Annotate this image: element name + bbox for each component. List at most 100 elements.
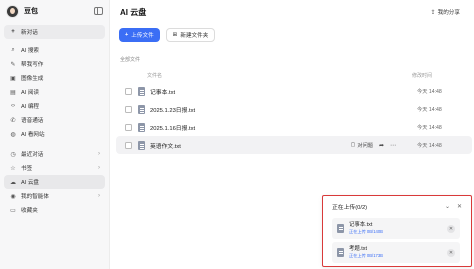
table-row[interactable]: 2025.1.23日报.txt 今天 14:48 (116, 100, 472, 118)
page-title: AI 云盘 (120, 8, 147, 17)
txt-file-icon (138, 122, 145, 132)
bot-icon: ◉ (10, 193, 16, 200)
column-header-name: 文件名 (147, 72, 163, 79)
file-time: 今天 14:48 (417, 124, 442, 131)
sidebar-item-label: 收藏夹 (21, 208, 38, 214)
column-header-time: 修改时间 (412, 72, 433, 79)
new-folder-button[interactable]: ⊞ 新建文件夹 (165, 28, 216, 42)
sidebar-item-new-chat[interactable]: + 新对话 (4, 25, 105, 39)
file-name[interactable]: 英语作文.txt (150, 141, 350, 150)
upload-file-label: 上传文件 (131, 33, 154, 39)
book-icon: ▤ (10, 89, 16, 96)
row-checkbox[interactable] (125, 105, 132, 113)
file-time: 今天 14:48 (417, 88, 442, 95)
ask-question-button[interactable]: ▢ 对问题 (350, 142, 372, 149)
share-icon: ⇪ (430, 9, 436, 16)
upload-panel-header: 正在上传(0/2) ⌄ ✕ (323, 196, 471, 216)
upload-progress-panel: 正在上传(0/2) ⌄ ✕ 记事本.txt 正在上传 0B/140B ✕ 考题.… (322, 195, 472, 267)
table-header: 文件名 修改时间 (116, 68, 472, 82)
sidebar: 豆包 + 新对话 ⌕ AI 搜索 ✎ 帮我写作 ▣ 图像生成 ▤ AI 阅读 ‹… (0, 0, 110, 269)
folder-plus-icon: ⊞ (172, 32, 178, 38)
file-name[interactable]: 2025.1.16日报.txt (150, 123, 402, 132)
avatar[interactable] (6, 4, 19, 18)
sidebar-item-label: 我的智能体 (21, 194, 49, 200)
code-icon: ‹› (11, 103, 15, 109)
upload-item-info: 记事本.txt 正在上传 0B/140B (349, 222, 447, 235)
table-row[interactable]: 记事本.txt 今天 14:48 (116, 82, 472, 100)
file-time: 今天 14:48 (417, 106, 442, 113)
plus-icon: + (125, 32, 129, 38)
toolbar: + 上传文件 ⊞ 新建文件夹 (119, 28, 216, 42)
file-name[interactable]: 记事本.txt (150, 87, 402, 96)
sidebar-item-label: AI 看网站 (21, 132, 45, 138)
txt-file-icon (337, 224, 344, 233)
new-folder-label: 新建文件夹 (180, 33, 209, 39)
txt-file-icon (138, 86, 145, 96)
sidebar-item-label: 图像生成 (21, 76, 44, 82)
sidebar-item-label: 书签 (21, 166, 33, 172)
sidebar-item-voice-call[interactable]: ✆ 语音通话 (4, 113, 105, 127)
txt-file-icon (138, 140, 145, 150)
plus-icon: + (11, 29, 15, 35)
sidebar-item-my-agents[interactable]: ◉ 我的智能体 › (4, 189, 105, 203)
txt-file-icon (337, 248, 344, 257)
sidebar-item-ai-website[interactable]: ◍ AI 看网站 (4, 127, 105, 141)
sidebar-item-ai-coding[interactable]: ‹› AI 编程 (4, 99, 105, 113)
upload-item: 记事本.txt 正在上传 0B/140B ✕ (332, 218, 460, 239)
sidebar-item-ai-reading[interactable]: ▤ AI 阅读 (4, 85, 105, 99)
cancel-upload-icon[interactable]: ✕ (447, 248, 455, 257)
txt-file-icon (138, 104, 145, 114)
ask-question-label: 对问题 (357, 142, 373, 149)
file-table: 文件名 修改时间 记事本.txt 今天 14:48 2025.1.23日报.tx… (116, 68, 472, 154)
close-icon[interactable]: ✕ (457, 203, 462, 210)
chat-bubble-icon: ▢ (350, 142, 356, 148)
row-checkbox[interactable] (125, 87, 132, 95)
table-row[interactable]: 英语作文.txt ▢ 对问题 ➦ ⋯ 今天 14:48 (116, 136, 472, 154)
share-icon[interactable]: ➦ (379, 142, 384, 149)
chevron-down-icon[interactable]: ⌄ (445, 203, 450, 210)
sidebar-item-bookmarks[interactable]: ☆ 书签 › (4, 161, 105, 175)
chevron-right-icon: › (98, 165, 100, 171)
my-share-label: 我的分享 (437, 10, 460, 16)
star-icon: ☆ (10, 165, 16, 172)
sidebar-item-image-gen[interactable]: ▣ 图像生成 (4, 71, 105, 85)
sidebar-item-label: 新对话 (21, 30, 38, 36)
sidebar-item-label: AI 搜索 (21, 48, 40, 54)
my-share-button[interactable]: ⇪ 我的分享 (430, 8, 460, 17)
upload-file-name: 记事本.txt (349, 222, 373, 228)
sidebar-header: 豆包 (0, 0, 109, 22)
sidebar-item-ai-search[interactable]: ⌕ AI 搜索 (4, 43, 105, 57)
section-label: 全部文件 (120, 57, 141, 63)
sidebar-item-writing[interactable]: ✎ 帮我写作 (4, 57, 105, 71)
sidebar-item-label: 语音通话 (21, 118, 44, 124)
sidebar-item-label: 最近对话 (21, 152, 44, 158)
sidebar-item-label: AI 云盘 (21, 180, 40, 186)
file-name[interactable]: 2025.1.23日报.txt (150, 105, 402, 114)
upload-panel-title: 正在上传(0/2) (332, 204, 368, 211)
row-checkbox[interactable] (125, 123, 132, 131)
upload-status: 正在上传 0B/140B (349, 229, 383, 234)
chevron-right-icon: › (98, 151, 100, 157)
bookmark-icon: ▭ (10, 207, 16, 214)
cancel-upload-icon[interactable]: ✕ (447, 224, 455, 233)
clock-icon: ◷ (10, 151, 16, 158)
sidebar-item-favorites[interactable]: ▭ 收藏夹 (4, 203, 105, 217)
image-icon: ▣ (10, 75, 16, 82)
chevron-right-icon: › (98, 193, 100, 199)
more-icon[interactable]: ⋯ (390, 142, 396, 149)
upload-item: 考题.txt 正在上传 0B/173B ✕ (332, 242, 460, 263)
sidebar-collapse-icon[interactable] (94, 7, 103, 15)
globe-icon: ◍ (10, 131, 16, 138)
sidebar-nav: + 新对话 ⌕ AI 搜索 ✎ 帮我写作 ▣ 图像生成 ▤ AI 阅读 ‹› A… (0, 25, 109, 217)
file-time: 今天 14:48 (417, 142, 442, 149)
upload-status: 正在上传 0B/173B (349, 253, 383, 258)
sidebar-item-label: 帮我写作 (21, 62, 44, 68)
upload-item-info: 考题.txt 正在上传 0B/173B (349, 246, 447, 259)
sidebar-item-cloud-drive[interactable]: ☁ AI 云盘 (4, 175, 105, 189)
table-row[interactable]: 2025.1.16日报.txt 今天 14:48 (116, 118, 472, 136)
upload-file-button[interactable]: + 上传文件 (119, 28, 160, 42)
app-name: 豆包 (24, 8, 38, 15)
row-checkbox[interactable] (125, 141, 132, 149)
sidebar-item-recent[interactable]: ◷ 最近对话 › (4, 147, 105, 161)
cloud-icon: ☁ (10, 179, 16, 186)
